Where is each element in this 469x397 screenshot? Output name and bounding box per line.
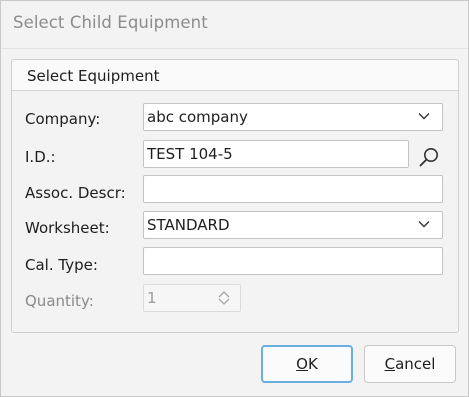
company-label: Company: bbox=[25, 110, 101, 128]
cal-type-label: Cal. Type: bbox=[25, 256, 98, 274]
id-input[interactable]: TEST 104-5 bbox=[143, 140, 409, 168]
worksheet-value: STANDARD bbox=[147, 216, 230, 234]
select-equipment-group: Select Equipment Company: abc company I.… bbox=[11, 59, 459, 333]
cancel-label-rest: ancel bbox=[395, 355, 436, 373]
quantity-value: 1 bbox=[147, 289, 157, 307]
worksheet-dropdown[interactable]: STANDARD bbox=[143, 211, 443, 239]
dialog-title: Select Child Equipment bbox=[13, 13, 208, 32]
select-child-equipment-dialog: Select Child Equipment Select Equipment … bbox=[0, 0, 469, 397]
cancel-button[interactable]: Cancel bbox=[364, 345, 456, 383]
id-value: TEST 104-5 bbox=[147, 145, 233, 163]
quantity-label: Quantity: bbox=[25, 292, 94, 310]
company-dropdown[interactable]: abc company bbox=[143, 103, 443, 131]
title-divider bbox=[1, 48, 468, 49]
ok-label-rest: K bbox=[307, 355, 318, 373]
ok-button[interactable]: OK bbox=[261, 345, 353, 383]
cal-type-input[interactable] bbox=[143, 247, 443, 275]
id-label: I.D.: bbox=[25, 148, 56, 166]
spinner-arrows-icon[interactable] bbox=[217, 289, 231, 307]
ok-mnemonic: O bbox=[296, 355, 308, 373]
chevron-down-icon bbox=[418, 221, 430, 228]
search-icon[interactable] bbox=[418, 146, 440, 168]
chevron-down-icon bbox=[418, 113, 430, 120]
group-title: Select Equipment bbox=[27, 67, 160, 85]
assoc-descr-label: Assoc. Descr: bbox=[25, 184, 126, 202]
cancel-mnemonic: C bbox=[384, 355, 396, 373]
company-value: abc company bbox=[147, 108, 248, 126]
assoc-descr-input[interactable] bbox=[143, 175, 443, 203]
worksheet-label: Worksheet: bbox=[25, 219, 110, 237]
quantity-stepper[interactable]: 1 bbox=[143, 284, 241, 312]
